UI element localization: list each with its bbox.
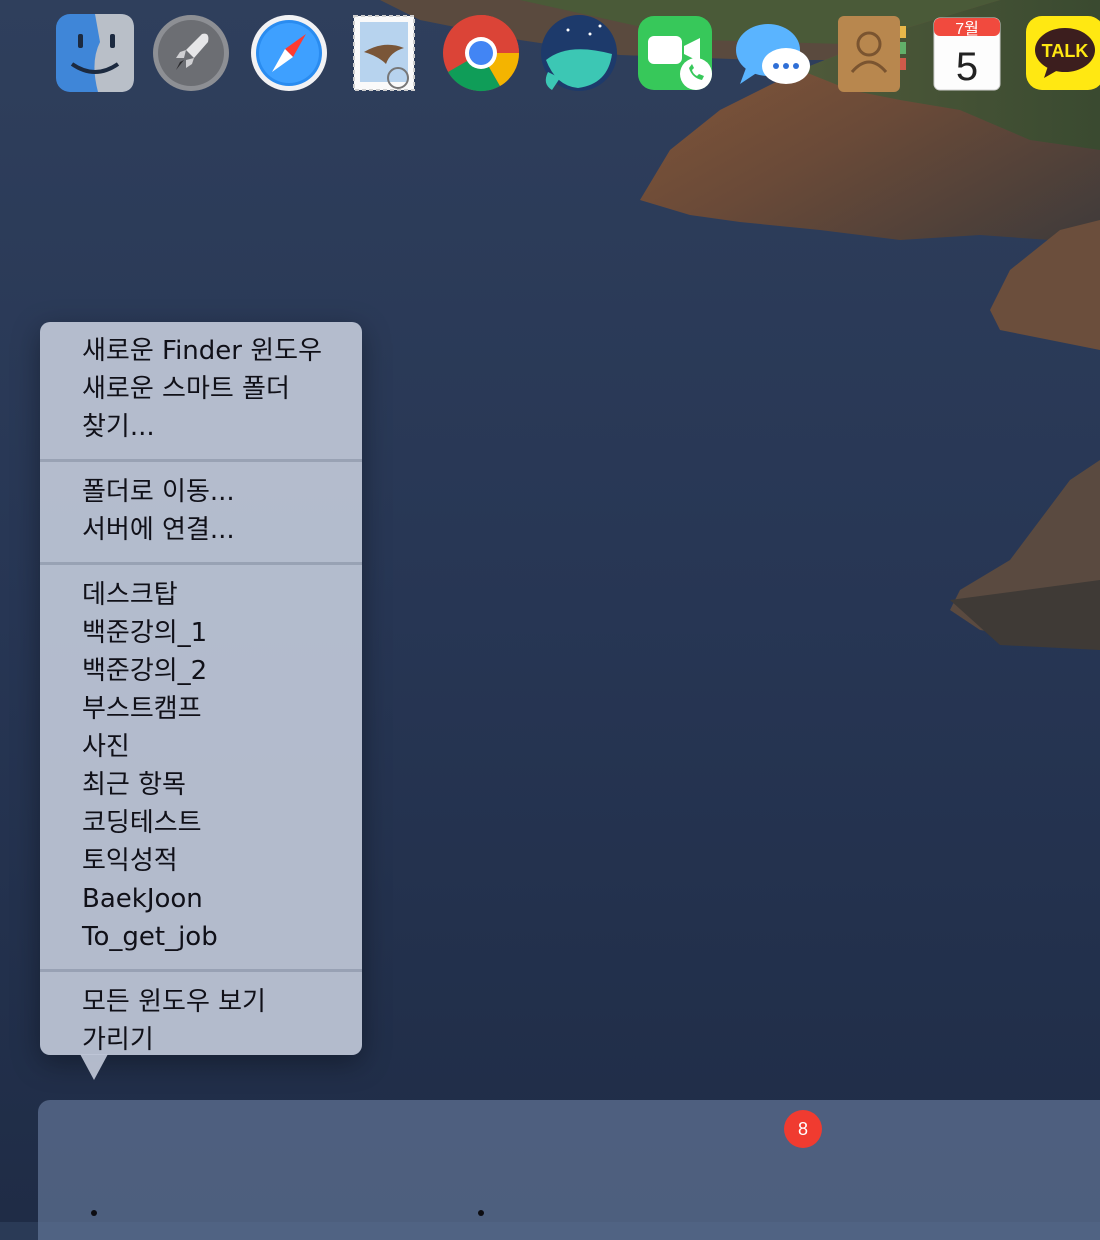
menu-separator bbox=[40, 969, 362, 972]
facetime-icon[interactable] bbox=[634, 12, 716, 94]
menu-pointer-arrow bbox=[80, 1054, 108, 1080]
menu-item-folder-boostcamp[interactable]: 부스트캠프 bbox=[40, 690, 362, 728]
dock bbox=[38, 1100, 1100, 1240]
menu-item-connect-to-server[interactable]: 서버에 연결... bbox=[40, 511, 362, 549]
menu-separator bbox=[40, 459, 362, 462]
launchpad-icon[interactable] bbox=[150, 12, 232, 94]
menu-item-go-to-folder[interactable]: 폴더로 이동... bbox=[40, 473, 362, 511]
kakaotalk-label: TALK bbox=[1042, 41, 1089, 61]
menu-separator bbox=[40, 562, 362, 565]
finder-dock-context-menu: 새로운 Finder 윈도우 새로운 스마트 폴더 찾기... 폴더로 이동..… bbox=[40, 322, 362, 1055]
contacts-icon[interactable] bbox=[830, 12, 912, 94]
menu-item-find[interactable]: 찾기... bbox=[40, 408, 362, 446]
whale-icon[interactable] bbox=[538, 12, 620, 94]
menu-item-folder-baekjoon[interactable]: BaekJoon bbox=[40, 880, 362, 918]
menu-item-folder-to-get-job[interactable]: To_get_job bbox=[40, 918, 362, 956]
chrome-running-indicator bbox=[478, 1210, 484, 1216]
finder-running-indicator bbox=[91, 1210, 97, 1216]
menu-item-folder-toeic-score[interactable]: 토익성적 bbox=[40, 842, 362, 880]
finder-icon[interactable] bbox=[54, 12, 136, 94]
menu-item-new-smart-folder[interactable]: 새로운 스마트 폴더 bbox=[40, 370, 362, 408]
messages-icon[interactable] bbox=[732, 12, 814, 94]
safari-icon[interactable] bbox=[248, 12, 330, 94]
menu-item-folder-baekjoon-lecture-1[interactable]: 백준강의_1 bbox=[40, 614, 362, 652]
kakaotalk-icon[interactable]: TALK bbox=[1024, 12, 1100, 94]
menu-item-folder-coding-test[interactable]: 코딩테스트 bbox=[40, 804, 362, 842]
chrome-icon[interactable] bbox=[440, 12, 522, 94]
menu-item-new-finder-window[interactable]: 새로운 Finder 윈도우 bbox=[40, 332, 362, 370]
calendar-day-label: 5 bbox=[956, 45, 978, 89]
menu-item-folder-recents[interactable]: 최근 항목 bbox=[40, 766, 362, 804]
menu-item-folder-desktop[interactable]: 데스크탑 bbox=[40, 576, 362, 614]
menu-item-folder-photos[interactable]: 사진 bbox=[40, 728, 362, 766]
mail-icon[interactable] bbox=[344, 12, 426, 94]
menu-item-folder-baekjoon-lecture-2[interactable]: 백준강의_2 bbox=[40, 652, 362, 690]
calendar-month-label: 7월 bbox=[955, 20, 979, 38]
menu-item-show-all-windows[interactable]: 모든 윈도우 보기 bbox=[40, 983, 362, 1021]
messages-unread-badge: 8 bbox=[784, 1110, 822, 1148]
calendar-icon[interactable]: 7월 5 bbox=[926, 12, 1008, 94]
